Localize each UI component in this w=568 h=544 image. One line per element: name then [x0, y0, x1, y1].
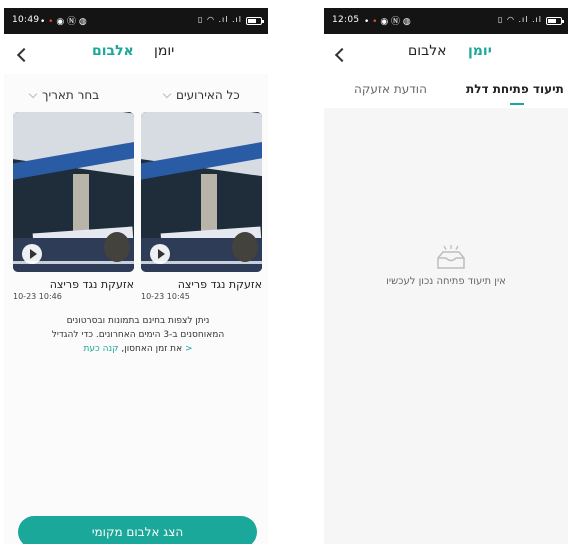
- date-filter[interactable]: בחר תאריך: [28, 88, 100, 102]
- event-card[interactable]: אזעקת נגד פריצה 10-23 10:46: [13, 112, 134, 301]
- event-card[interactable]: אזעקת נגד פריצה 10-23 10:45: [141, 112, 262, 301]
- video-thumbnail[interactable]: [13, 112, 134, 272]
- event-filter[interactable]: כל האירועים: [162, 88, 240, 102]
- info-line-3-text: את זמן האחסון,: [118, 344, 183, 354]
- play-icon[interactable]: [22, 244, 42, 264]
- status-bar: 10:49 • • ◉ Ⓝ ◍ ▯ ◠ .ıl .ıl: [4, 8, 268, 34]
- event-date: 10-23 10:46: [13, 292, 62, 301]
- back-icon[interactable]: [332, 46, 350, 64]
- info-line-3: את זמן האחסון, קנה כעת >: [12, 342, 264, 356]
- log-tabs: הודעת אזעקה תיעוד פתיחת דלת: [324, 74, 568, 108]
- event-title: אזעקת נגד פריצה: [49, 278, 134, 291]
- top-navigation: אלבום יומן: [324, 34, 568, 74]
- video-thumbnail[interactable]: [141, 112, 262, 272]
- signal-icons: ▯ ◠ .ıl .ıl: [198, 15, 242, 24]
- notification-icons: • • ◉ Ⓝ ◍: [40, 17, 87, 27]
- battery-fill: [548, 19, 556, 23]
- tab-door-opening-log[interactable]: תיעוד פתיחת דלת: [466, 82, 564, 96]
- battery-icon: [546, 17, 564, 25]
- empty-inbox-icon: [437, 245, 465, 269]
- chevron-down-icon: [162, 89, 172, 99]
- nav-tab-album[interactable]: אלבום: [408, 43, 447, 59]
- notification-icons: • • ◉ Ⓝ ◍: [364, 17, 411, 27]
- active-tab-indicator: [510, 103, 524, 105]
- tab-alarm-notification[interactable]: הודעת אזעקה: [354, 82, 427, 96]
- status-bar: 12:05 • • ◉ Ⓝ ◍ ▯ ◠ .ıl .ıl: [324, 8, 568, 34]
- back-icon[interactable]: [14, 46, 32, 64]
- album-screen: 10:49 • • ◉ Ⓝ ◍ ▯ ◠ .ıl .ıl אלבום יומן ב…: [4, 8, 268, 544]
- top-navigation: אלבום יומן: [4, 34, 268, 74]
- status-time: 12:05: [332, 15, 360, 25]
- storage-info: ניתן לצפות בחינם בתמונות ובסרטונים המאוח…: [12, 314, 264, 356]
- battery-fill: [248, 19, 256, 23]
- info-line-1: ניתן לצפות בחינם בתמונות ובסרטונים: [66, 316, 210, 326]
- show-local-album-button[interactable]: הצג אלבום מקומי: [18, 516, 257, 544]
- thumbnail-person: [104, 232, 130, 262]
- thumbnail-person: [232, 232, 258, 262]
- event-title: אזעקת נגד פריצה: [177, 278, 262, 291]
- event-date: 10-23 10:45: [141, 292, 190, 301]
- log-screen: 12:05 • • ◉ Ⓝ ◍ ▯ ◠ .ıl .ıl אלבום יומן ה…: [324, 8, 568, 544]
- play-icon[interactable]: [150, 244, 170, 264]
- empty-state-message: אין תיעוד פתיחה נכון לעכשיו: [386, 276, 506, 287]
- signal-icons: ▯ ◠ .ıl .ıl: [498, 15, 542, 24]
- info-line-2: המאוחסנים ב-3 הימים האחרונים. כדי להגדיל: [51, 330, 225, 340]
- date-filter-label: בחר תאריך: [42, 88, 100, 102]
- thumbnail-beam: [73, 174, 89, 234]
- status-time: 10:49: [12, 15, 40, 25]
- nav-tab-log[interactable]: יומן: [154, 43, 174, 59]
- event-filter-label: כל האירועים: [176, 88, 240, 102]
- chevron-down-icon: [28, 89, 38, 99]
- nav-tab-album[interactable]: אלבום: [92, 43, 134, 59]
- thumbnail-beam: [201, 174, 217, 234]
- battery-icon: [246, 17, 264, 25]
- nav-tab-log[interactable]: יומן: [468, 43, 492, 59]
